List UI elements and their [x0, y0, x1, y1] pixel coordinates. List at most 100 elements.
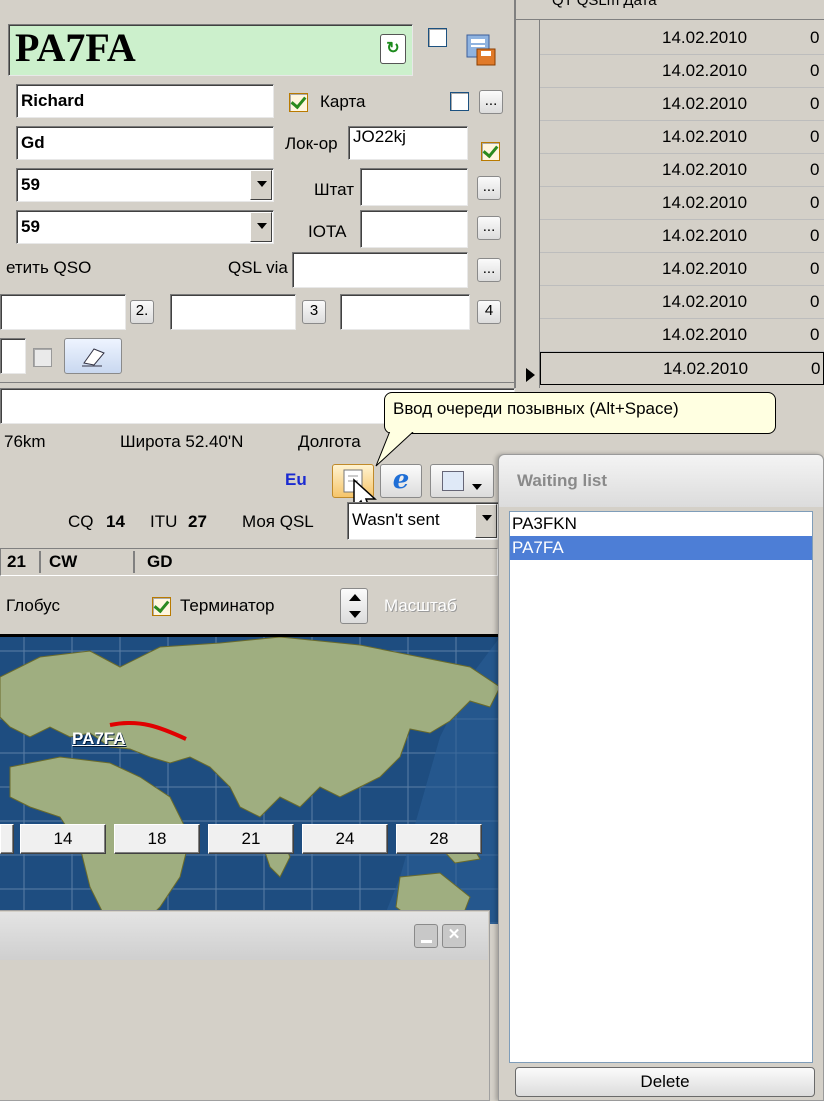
- cq-label: CQ: [68, 512, 94, 531]
- log-date-cell: 14.02.2010: [662, 160, 748, 179]
- eraser-icon: [82, 348, 105, 367]
- rst-sent-combo[interactable]: 59: [16, 168, 274, 202]
- card-extra-checkbox[interactable]: [450, 92, 469, 111]
- waiting-list-item[interactable]: PA7FA: [510, 536, 812, 560]
- log-grid-row[interactable]: 14.02.2010 0: [540, 352, 824, 385]
- my-qsl-combo[interactable]: Wasn't sent: [347, 502, 499, 540]
- band-button[interactable]: 14: [20, 824, 106, 854]
- fkey-4-button[interactable]: 4: [477, 300, 501, 324]
- chevron-down-icon[interactable]: [250, 170, 272, 200]
- world-map[interactable]: PA7FA: [0, 634, 500, 924]
- waiting-list-box[interactable]: PA3FKN PA7FA: [509, 511, 813, 1063]
- state-input[interactable]: [360, 168, 468, 206]
- band-button[interactable]: 21: [208, 824, 294, 854]
- log-grid-row[interactable]: 14.02.2010 0: [540, 253, 824, 286]
- log-grid-header-text: QT QSLm Дата: [552, 0, 657, 9]
- delete-button[interactable]: Delete: [515, 1067, 815, 1097]
- status-mode: CW: [49, 552, 78, 571]
- log-time-cell: 0: [810, 325, 820, 344]
- close-button[interactable]: ✕: [442, 924, 466, 948]
- chevron-down-icon[interactable]: [250, 212, 272, 242]
- save-qso-button[interactable]: [460, 33, 500, 71]
- log-grid-row[interactable]: 14.02.2010 0: [540, 121, 824, 154]
- log-grid-row[interactable]: 14.02.2010 0: [540, 154, 824, 187]
- log-grid-row[interactable]: 14.02.2010 0: [540, 286, 824, 319]
- comment-checkbox[interactable]: [33, 348, 52, 367]
- band-button[interactable]: [0, 824, 14, 854]
- terminator-label: Терминатор: [180, 596, 275, 615]
- fkey-3-button[interactable]: 3: [302, 300, 326, 324]
- scale-spinner[interactable]: [340, 588, 368, 624]
- memo-field-3[interactable]: [340, 294, 470, 330]
- log-grid-row[interactable]: 14.02.2010 0: [540, 187, 824, 220]
- rst-rcvd-value: 59: [21, 217, 40, 236]
- iota-input[interactable]: [360, 210, 468, 248]
- log-grid-row[interactable]: 14.02.2010 0: [540, 22, 824, 55]
- refresh-icon: ↻: [386, 40, 400, 57]
- card-checkbox[interactable]: [289, 93, 308, 112]
- state-more-button[interactable]: ...: [477, 176, 501, 200]
- tooltip-text: Ввод очереди позывных (Alt+Space): [393, 399, 679, 418]
- log-time-cell: 0: [810, 292, 820, 311]
- my-qsl-label: Моя QSL: [242, 512, 314, 531]
- status-greeting: GD: [147, 552, 173, 571]
- card-more-button[interactable]: ...: [479, 90, 503, 114]
- log-grid-row[interactable]: 14.02.2010 0: [540, 220, 824, 253]
- log-time-cell: 0: [810, 193, 820, 212]
- callsign-flag-checkbox[interactable]: [428, 28, 447, 47]
- log-grid-row[interactable]: 14.02.2010 0: [540, 55, 824, 88]
- notes-icon: [441, 471, 464, 491]
- log-date-cell: 14.02.2010: [662, 259, 748, 278]
- globe-label[interactable]: Глобус: [6, 596, 60, 616]
- log-time-cell: 0: [810, 226, 820, 245]
- row-indicator-column: [516, 20, 540, 388]
- log-time-cell: 0: [810, 127, 820, 146]
- log-date-cell: 14.02.2010: [662, 193, 748, 212]
- map-callsign-label: PA7FA: [72, 729, 126, 748]
- log-grid-row[interactable]: 14.02.2010 0: [540, 88, 824, 121]
- notes-menu-button[interactable]: [430, 464, 494, 498]
- spin-up-icon: [349, 594, 361, 601]
- scale-label: Масштаб: [384, 596, 457, 615]
- log-time-cell: 0: [810, 259, 820, 278]
- tooltip: Ввод очереди позывных (Alt+Space): [384, 392, 776, 434]
- minimize-button[interactable]: [414, 924, 438, 948]
- waiting-list-window: Waiting list PA3FKN PA7FA Delete: [498, 454, 824, 1101]
- browser-button[interactable]: e: [380, 464, 422, 498]
- map-drawing: [0, 637, 500, 924]
- band-button[interactable]: 18: [114, 824, 200, 854]
- waiting-list-item[interactable]: PA3FKN: [510, 512, 812, 536]
- greeting-input[interactable]: Gd: [16, 126, 274, 160]
- callsign-input[interactable]: PA7FA: [8, 24, 413, 76]
- comment-field[interactable]: [0, 338, 26, 374]
- chevron-down-icon[interactable]: [475, 504, 497, 538]
- memo-field-2[interactable]: [170, 294, 296, 330]
- log-time-cell: 0: [810, 28, 820, 47]
- qsl-via-more-button[interactable]: ...: [477, 258, 501, 282]
- terminator-checkbox[interactable]: [152, 597, 171, 616]
- band-button[interactable]: 24: [302, 824, 388, 854]
- card-label: Карта: [320, 92, 366, 111]
- log-date-cell: 14.02.2010: [662, 127, 748, 146]
- refresh-callsign-button[interactable]: ↻: [380, 34, 406, 64]
- iota-more-button[interactable]: ...: [477, 216, 501, 240]
- band-button[interactable]: 28: [396, 824, 482, 854]
- ie-icon: e: [392, 465, 410, 495]
- locator-input[interactable]: JO22kj: [348, 126, 468, 160]
- memo-field-1[interactable]: [0, 294, 126, 330]
- note-qso-label: етить QSO: [6, 258, 92, 277]
- log-grid-row[interactable]: 14.02.2010 0: [540, 319, 824, 352]
- fkey-2-button[interactable]: 2.: [130, 300, 154, 324]
- waiting-list-titlebar: Waiting list: [499, 455, 823, 507]
- name-input[interactable]: Richard: [16, 84, 274, 118]
- log-date-cell: 14.02.2010: [662, 226, 748, 245]
- rst-rcvd-combo[interactable]: 59: [16, 210, 274, 244]
- status-bar: 21 CW GD: [0, 548, 498, 576]
- log-time-cell: 0: [811, 359, 821, 378]
- eraser-button[interactable]: [64, 338, 122, 374]
- save-db-icon: [466, 34, 496, 66]
- latitude-label: Широта 52.40'N: [120, 432, 244, 451]
- status-divider: [39, 551, 41, 573]
- qsl-via-input[interactable]: [292, 252, 468, 288]
- locator-checkbox[interactable]: [481, 142, 500, 161]
